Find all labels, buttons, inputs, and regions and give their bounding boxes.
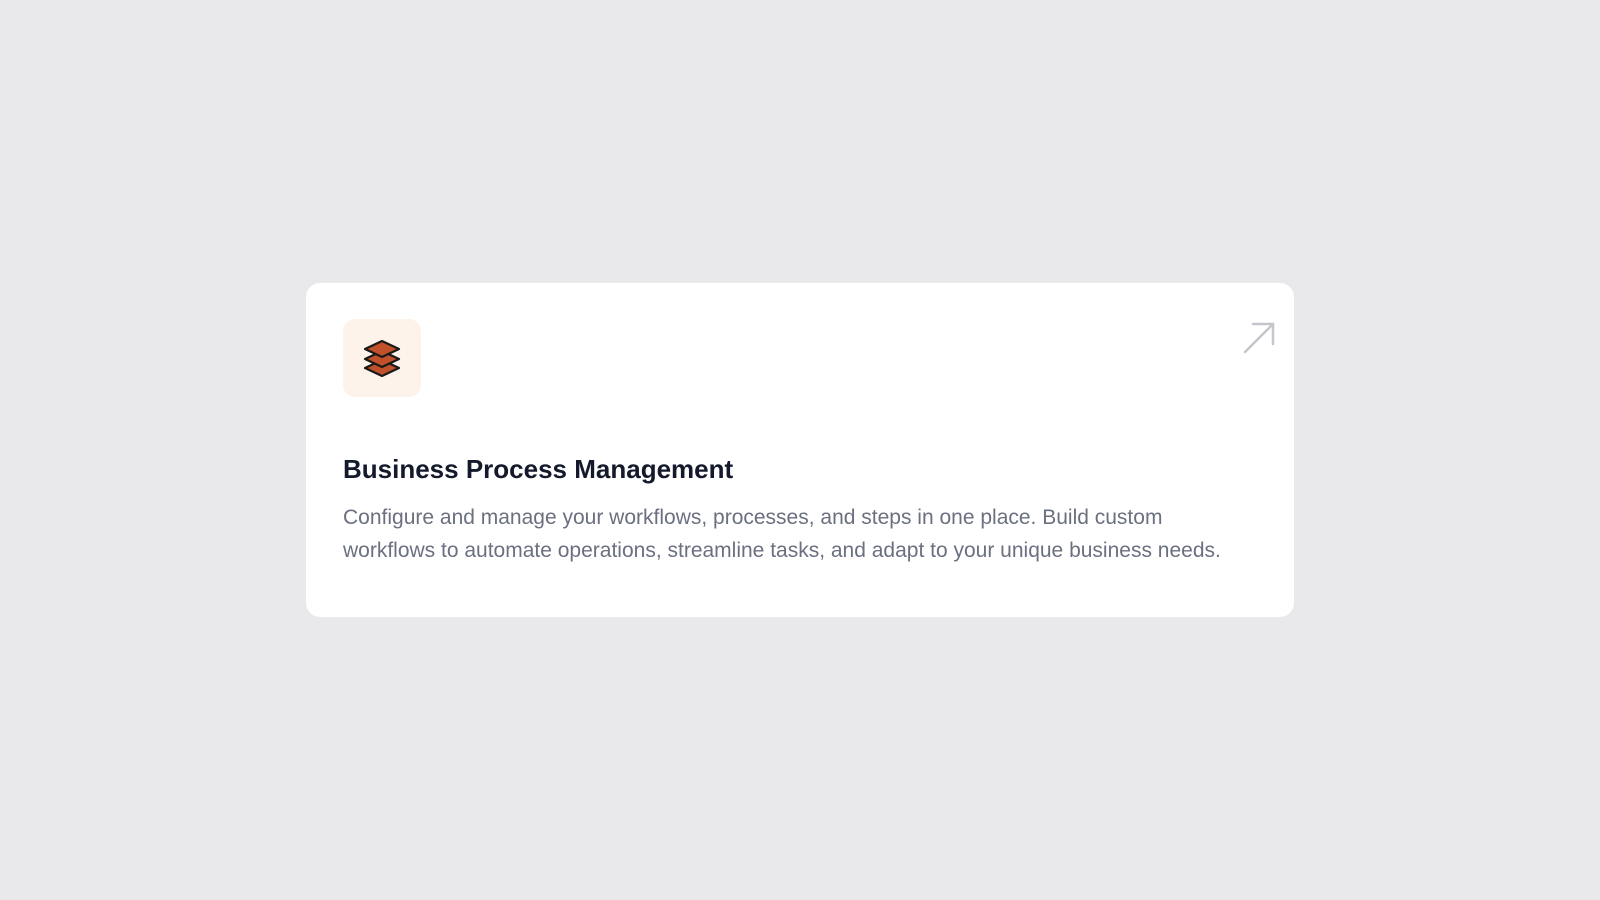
open-link-button[interactable] <box>1242 321 1276 355</box>
arrow-up-right-icon <box>1243 322 1275 354</box>
card-description: Configure and manage your workflows, pro… <box>343 506 1221 562</box>
feature-card[interactable]: Business Process Management Configure an… <box>306 283 1294 617</box>
layers-icon <box>363 339 401 377</box>
icon-tile <box>343 319 421 397</box>
card-title: Business Process Management <box>343 454 734 484</box>
